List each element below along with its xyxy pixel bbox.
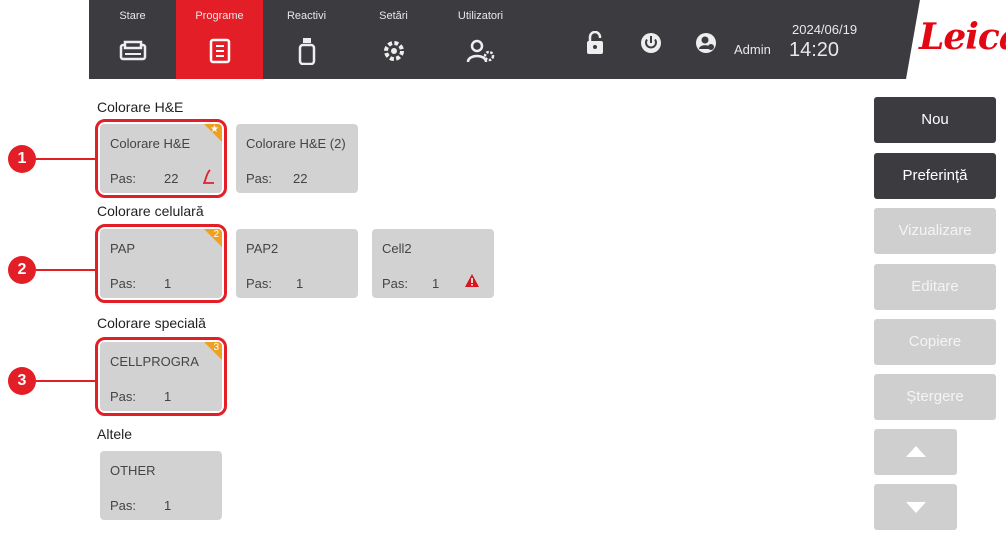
section-title-he: Colorare H&E: [97, 99, 184, 115]
program-list-icon: [205, 36, 235, 66]
arrow-up-icon: [906, 446, 926, 457]
tab-programe-label: Programe: [195, 10, 244, 22]
admin-username: Admin: [734, 42, 771, 57]
program-card[interactable]: Cell2 Pas: 1: [372, 229, 494, 298]
logo-area: Leica: [878, 0, 1006, 79]
section-title-other: Altele: [97, 426, 133, 442]
current-date: 2024/06/19: [792, 22, 858, 37]
section-title-cellular: Colorare celulară: [97, 203, 204, 219]
highlight-frame: [95, 224, 227, 303]
section-title-special: Colorare specială: [97, 315, 206, 331]
tab-reactivi-label: Reactivi: [286, 10, 327, 22]
preference-button[interactable]: Preferință: [874, 153, 996, 199]
top-nav-bar: Stare Programe Reactivi Setări Utilizato…: [89, 0, 1006, 79]
program-card[interactable]: PAP2 Pas: 1: [236, 229, 358, 298]
callout-marker: 2: [8, 256, 36, 284]
program-name: OTHER: [110, 463, 156, 478]
program-steps-value: 22: [293, 171, 308, 186]
program-steps-value: 1: [296, 276, 304, 291]
tab-programe[interactable]: Programe: [176, 0, 263, 79]
delete-button[interactable]: Ștergere: [874, 374, 996, 420]
tab-stare[interactable]: Stare: [89, 0, 176, 79]
highlight-frame: [95, 119, 227, 198]
tab-setari-label: Setări: [379, 10, 408, 22]
admin-user-icon[interactable]: [693, 30, 719, 56]
user-settings-icon: [466, 36, 496, 66]
reagent-bottle-icon: [292, 36, 322, 66]
program-card[interactable]: OTHER Pas: 1: [100, 451, 222, 520]
program-steps-label: Pas:: [110, 498, 137, 513]
move-up-button[interactable]: [874, 429, 957, 475]
arrow-down-icon: [906, 502, 926, 513]
current-time: 14:20: [789, 39, 840, 61]
view-button[interactable]: Vizualizare: [874, 208, 996, 254]
leica-logo: Leica: [919, 16, 1006, 58]
copy-button[interactable]: Copiere: [874, 319, 996, 365]
highlight-frame: [95, 337, 227, 416]
program-name: PAP2: [246, 241, 279, 256]
lock-icon[interactable]: [582, 30, 608, 56]
callout-line: [36, 269, 97, 271]
tab-setari[interactable]: Setări: [350, 0, 437, 79]
edit-button[interactable]: Editare: [874, 264, 996, 310]
tab-utilizatori[interactable]: Utilizatori: [437, 0, 524, 79]
program-name: Colorare H&E (2): [246, 136, 346, 151]
top-nav-background: Stare Programe Reactivi Setări Utilizato…: [89, 0, 899, 79]
program-steps-value: 1: [432, 276, 440, 291]
callout-line: [36, 158, 97, 160]
program-steps-value: 1: [164, 498, 172, 513]
callout-line: [36, 380, 97, 382]
move-down-button[interactable]: [874, 484, 957, 530]
program-name: Cell2: [382, 241, 412, 256]
callout-marker: 3: [8, 367, 36, 395]
new-button[interactable]: Nou: [874, 97, 996, 143]
program-steps-label: Pas:: [246, 171, 273, 186]
program-steps-label: Pas:: [246, 276, 273, 291]
program-steps-label: Pas:: [382, 276, 409, 291]
tab-reactivi[interactable]: Reactivi: [263, 0, 350, 79]
callout-marker: 1: [8, 145, 36, 173]
warning-icon: [465, 274, 479, 292]
tab-utilizatori-label: Utilizatori: [457, 10, 504, 22]
program-card[interactable]: Colorare H&E (2) Pas: 22: [236, 124, 358, 193]
settings-gear-icon: [379, 36, 409, 66]
power-icon[interactable]: [638, 30, 664, 56]
printer-icon: [118, 36, 148, 66]
tab-stare-label: Stare: [119, 10, 146, 22]
